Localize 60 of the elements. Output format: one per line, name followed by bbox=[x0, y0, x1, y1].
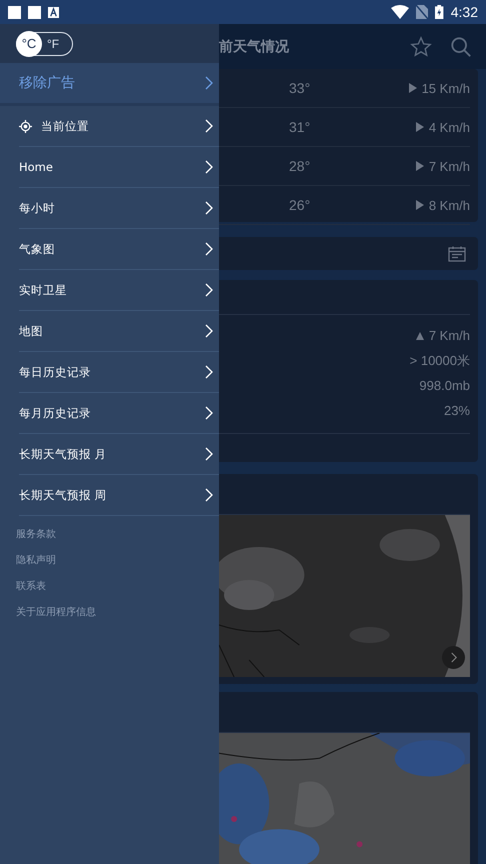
chevron-icon bbox=[205, 406, 213, 420]
no-sim-icon bbox=[416, 5, 428, 19]
chevron-icon bbox=[205, 324, 213, 338]
notification-icon bbox=[8, 6, 21, 18]
chevron-icon bbox=[205, 242, 213, 256]
menu-label: 实时卫星 bbox=[19, 282, 68, 298]
chevron-icon bbox=[205, 365, 213, 379]
menu-label: 地图 bbox=[19, 324, 44, 338]
wind-speed: 8 Km/h bbox=[428, 198, 470, 213]
clock: 4:32 bbox=[450, 4, 478, 20]
unit-option[interactable]: °F bbox=[42, 36, 64, 50]
footer-link[interactable]: 联系表 bbox=[16, 578, 219, 595]
temperature: 28° bbox=[289, 158, 310, 174]
wind-speed: 4 Km/h bbox=[428, 120, 470, 135]
wind-arrow-icon bbox=[408, 83, 417, 94]
detail-value: 998.0mb bbox=[419, 378, 470, 394]
menu-label: 每小时 bbox=[19, 200, 56, 216]
footer-link[interactable]: 服务条款 bbox=[16, 526, 219, 543]
star-icon[interactable] bbox=[410, 36, 432, 58]
unit-option[interactable]: °C bbox=[16, 30, 42, 56]
wind-speed: 15 Km/h bbox=[422, 80, 470, 96]
temperature: 33° bbox=[289, 80, 310, 96]
menu-label: 当前位置 bbox=[41, 118, 90, 134]
location-icon bbox=[19, 120, 32, 132]
search-icon[interactable] bbox=[450, 36, 472, 58]
chevron-icon bbox=[205, 283, 213, 297]
wind-speed: 7 Km/h bbox=[428, 158, 470, 174]
wind-arrow-icon bbox=[416, 122, 424, 132]
chevron-icon bbox=[205, 201, 213, 215]
chevron-icon bbox=[205, 119, 213, 133]
menu-label: Home bbox=[19, 160, 54, 174]
detail-value: 23% bbox=[444, 403, 470, 418]
remove-ads-item[interactable]: 移除广告 bbox=[0, 63, 219, 106]
calendar-icon[interactable] bbox=[448, 246, 466, 262]
chevron-icon bbox=[205, 488, 213, 502]
menu-label: 长期天气预报 月 bbox=[19, 446, 108, 462]
menu-label: 长期天气预报 周 bbox=[19, 488, 108, 502]
wind-arrow-icon bbox=[416, 161, 424, 172]
unit-toggle[interactable]: °C °F bbox=[16, 32, 74, 56]
chevron-icon bbox=[205, 160, 213, 174]
menu-label: 气象图 bbox=[19, 242, 56, 256]
detail-value: > 10000米 bbox=[410, 352, 470, 370]
detail-value: 7 Km/h bbox=[428, 328, 470, 344]
wifi-icon bbox=[391, 5, 410, 19]
menu-label: 每日历史记录 bbox=[19, 364, 92, 380]
footer-link[interactable]: 关于应用程序信息 bbox=[16, 604, 219, 621]
footer-link[interactable]: 隐私声明 bbox=[16, 552, 219, 569]
menu-label: 移除广告 bbox=[19, 74, 75, 92]
wind-arrow-icon bbox=[416, 200, 424, 210]
keyboard-icon bbox=[48, 6, 59, 18]
chevron-icon bbox=[205, 447, 213, 461]
chevron-icon bbox=[450, 652, 456, 664]
temperature: 31° bbox=[289, 119, 310, 136]
page-title: 前天气情况 bbox=[219, 38, 290, 56]
battery-icon bbox=[435, 5, 444, 19]
temperature: 26° bbox=[289, 197, 310, 214]
chevron-icon bbox=[205, 76, 213, 90]
wind-arrow-icon bbox=[416, 330, 424, 341]
menu-label: 每月历史记录 bbox=[19, 406, 92, 420]
notification-icon bbox=[28, 6, 41, 18]
